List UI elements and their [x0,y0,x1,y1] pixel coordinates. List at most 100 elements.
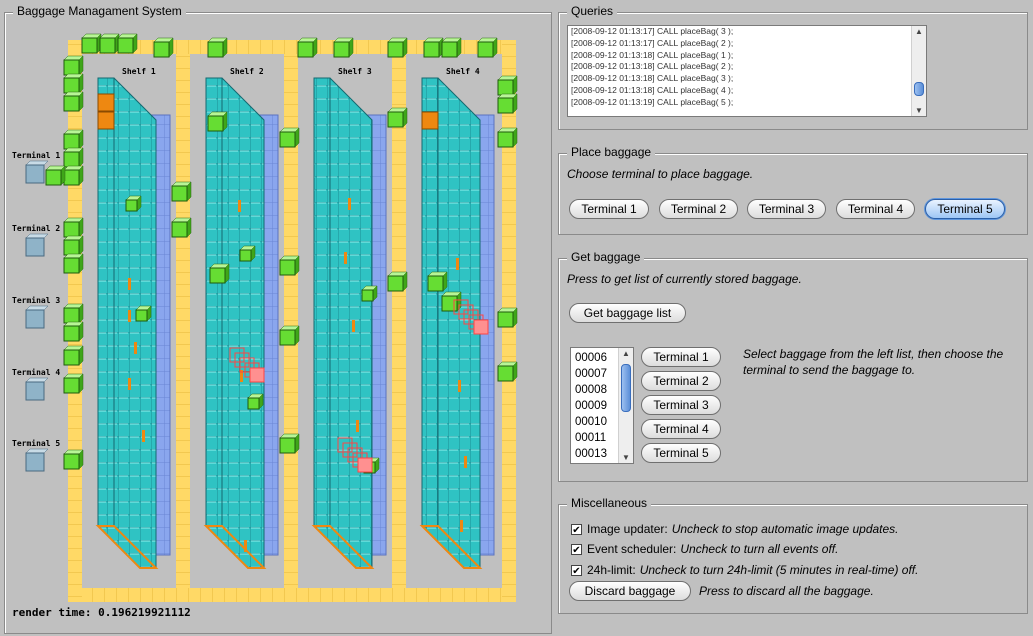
conveyor-lane-1 [176,54,190,588]
orange-bag [97,111,115,130]
queries-panel: Queries [2008-09-12 01:13:17] CALL place… [558,4,1028,130]
terminal-box-4 [25,381,45,401]
query-log-line: [2008-09-12 01:13:19] CALL placeBag( 5 )… [571,96,734,107]
event-scheduler-checkbox[interactable]: ✔ [571,543,582,556]
scene-panel-title: Baggage Managament System [13,4,186,18]
event-scheduler-checkbox-row[interactable]: ✔ Event scheduler: Uncheck to turn all e… [571,542,838,556]
limit-24h-checkbox[interactable]: ✔ [571,564,582,577]
query-log-line: [2008-09-12 01:13:18] CALL placeBag( 4 )… [571,84,734,95]
scroll-up-icon[interactable]: ▲ [914,27,924,36]
terminal-label-2: Terminal 2 [12,223,60,233]
bag [207,115,224,132]
rack-bag-marker [464,456,467,468]
baggage-list-scrollbar[interactable]: ▲ ▼ [618,348,633,463]
rack-bag-marker [128,278,131,290]
image-updater-hint: Uncheck to stop automatic image updates. [671,522,899,536]
send-terminal-3-button[interactable]: Terminal 3 [641,395,721,415]
get-baggage-hint: Press to get list of currently stored ba… [567,272,802,286]
rack-bag-marker [344,252,347,264]
terminal-box-top [25,305,49,311]
bag [441,41,458,58]
rack-bag-marker [352,320,355,332]
image-updater-checkbox-row[interactable]: ✔ Image updater: Uncheck to stop automat… [571,522,899,536]
bag [423,41,440,58]
bag [171,185,188,202]
image-updater-checkbox[interactable]: ✔ [571,523,582,536]
send-terminal-4-button[interactable]: Terminal 4 [641,419,721,439]
bag [171,221,188,238]
scroll-down-icon[interactable]: ▼ [914,106,924,115]
shelf-label-2: Shelf 2 [230,67,264,76]
terminal-box-top [25,448,49,454]
bag [209,267,226,284]
get-baggage-list-button[interactable]: Get baggage list [569,303,686,323]
bag [99,37,116,54]
bag [63,151,80,168]
rack-bag-marker [128,310,131,322]
shelf-label-3: Shelf 3 [338,67,372,76]
orange-bag [421,111,439,130]
shelf-label-4: Shelf 4 [446,67,480,76]
get-baggage-panel: Get baggage Press to get list of current… [558,250,1028,482]
get-baggage-instructions: Select baggage from the left list, then … [743,347,1004,377]
rack-bag-marker [460,520,463,532]
limit-24h-checkbox-row[interactable]: ✔ 24h-limit: Uncheck to turn 24h-limit (… [571,563,918,577]
bag [361,289,374,302]
place-terminal-2-button[interactable]: Terminal 2 [659,199,738,219]
bag [125,199,138,212]
bag [135,309,148,322]
query-log-scrollbar[interactable]: ▲ ▼ [911,26,926,116]
moving-bag [249,367,265,383]
query-log-line: [2008-09-12 01:13:18] CALL placeBag( 1 )… [571,49,734,60]
scroll-thumb[interactable] [621,364,631,412]
misc-title: Miscellaneous [567,496,652,510]
send-terminal-5-button[interactable]: Terminal 5 [641,443,721,463]
bag [63,349,80,366]
bag [63,133,80,150]
scroll-thumb[interactable] [914,82,924,96]
scroll-up-icon[interactable]: ▲ [621,349,631,358]
query-log-line: [2008-09-12 01:13:17] CALL placeBag( 2 )… [571,37,734,48]
bag [333,41,350,58]
bag [279,259,296,276]
bag [63,257,80,274]
bag [387,275,404,292]
place-terminal-3-button[interactable]: Terminal 3 [747,199,826,219]
bag [477,41,494,58]
terminal-box-1 [25,164,45,184]
bag [441,295,458,312]
terminal-label-4: Terminal 4 [12,367,60,377]
terminal-box-2 [25,237,45,257]
terminal-box-top [25,377,49,383]
terminal-label-5: Terminal 5 [12,438,60,448]
terminal-label-3: Terminal 3 [12,295,60,305]
scroll-down-icon[interactable]: ▼ [621,453,631,462]
bag [63,377,80,394]
bag [63,239,80,256]
place-baggage-hint: Choose terminal to place baggage. [567,167,754,181]
place-terminal-5-button[interactable]: Terminal 5 [925,199,1005,219]
terminal-box-3 [25,309,45,329]
orange-bag [97,93,115,112]
send-terminal-1-button[interactable]: Terminal 1 [641,347,721,367]
place-terminal-4-button[interactable]: Terminal 4 [836,199,915,219]
baggage-list[interactable]: 00006 00007 00008 00009 00010 00011 00013 ▲ ▼ [570,347,634,464]
discard-baggage-hint: Press to discard all the baggage. [699,584,874,598]
baggage-scene-view: Shelf 1 Shelf 2 Shelf 3 Shelf 4 Terminal 1 Te… [12,33,518,602]
queries-title: Queries [567,4,618,18]
rack-bag-marker [244,540,247,552]
discard-baggage-button[interactable]: Discard baggage [569,581,691,601]
shelf-front-1 [97,77,115,527]
misc-panel: Miscellaneous ✔ Image updater: Uncheck t… [558,496,1028,614]
send-terminal-2-button[interactable]: Terminal 2 [641,371,721,391]
rack-bag-marker [456,258,459,270]
bag [497,131,514,148]
query-log[interactable]: [2008-09-12 01:13:17] CALL placeBag( 3 )… [567,25,927,117]
bag [63,169,80,186]
bag [153,41,170,58]
bag [63,77,80,94]
event-scheduler-label: Event scheduler: [587,542,677,556]
bag [497,311,514,328]
bag [239,249,252,262]
place-terminal-1-button[interactable]: Terminal 1 [569,199,649,219]
